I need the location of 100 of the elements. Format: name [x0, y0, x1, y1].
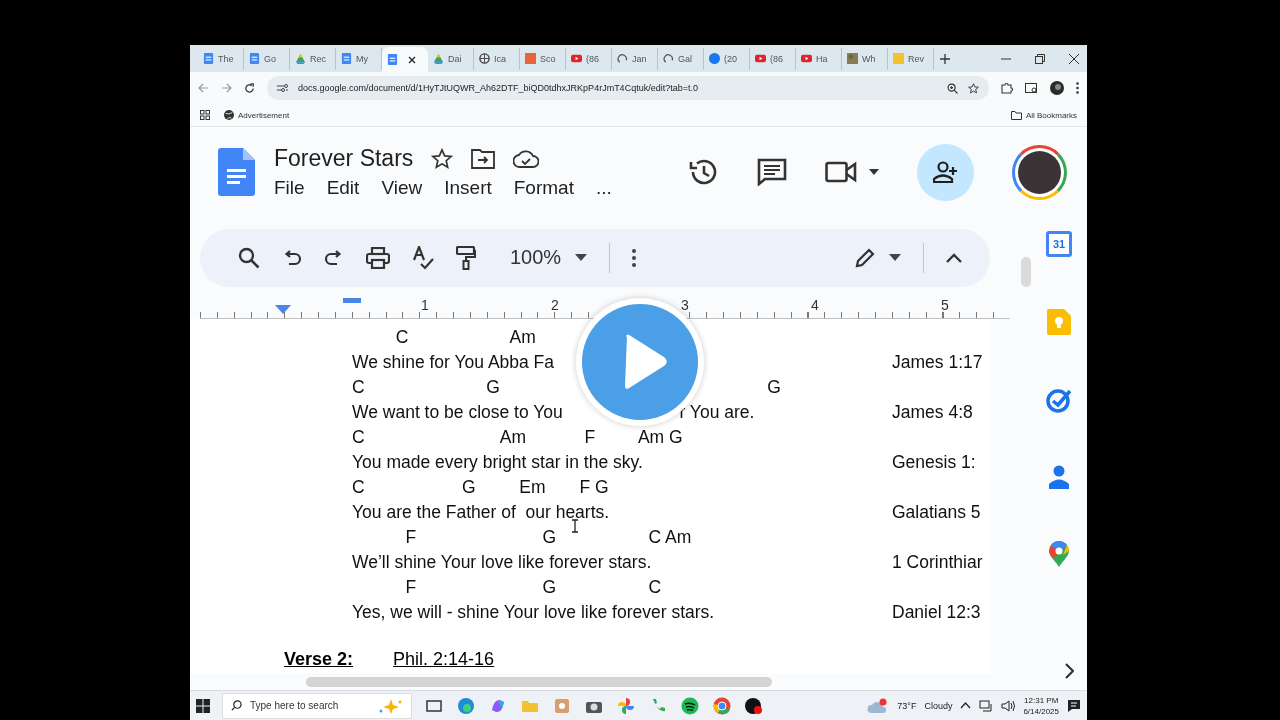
menu-item[interactable]: File	[274, 177, 305, 199]
browser-icon[interactable]	[712, 695, 732, 716]
browser-tab[interactable]: (20	[704, 47, 750, 70]
browser-tab[interactable]: The	[198, 47, 244, 70]
chevron-up-icon[interactable]	[960, 702, 972, 709]
document-icon	[249, 53, 260, 64]
menu-item[interactable]: Insert	[444, 177, 492, 199]
arc-icon	[663, 53, 674, 64]
browser-tab[interactable]: Ica	[474, 47, 520, 70]
search-icon[interactable]	[238, 246, 260, 269]
menu-item[interactable]: Edit	[326, 177, 360, 199]
all-bookmarks-link[interactable]: All Bookmarks	[1010, 110, 1077, 120]
arc-icon	[617, 53, 628, 64]
browser-tab[interactable]: (86	[566, 47, 612, 70]
bookmark-link[interactable]: Advertisement	[224, 110, 290, 120]
sparkle-icon	[379, 697, 403, 714]
chevron-up-icon[interactable]	[946, 252, 962, 263]
browser-tab[interactable]: Ha	[796, 47, 842, 70]
lyric-line: Yes, we will - shine Your love like forever stars.	[352, 601, 716, 623]
restore-icon[interactable]	[1035, 53, 1045, 64]
folder-icon	[1010, 110, 1022, 120]
spellcheck-icon[interactable]	[412, 245, 434, 270]
checkmark-icon[interactable]	[1046, 387, 1072, 413]
site-settings-icon[interactable]	[277, 83, 288, 93]
avatar[interactable]	[1012, 144, 1067, 200]
browser-tab[interactable]: Dai	[428, 47, 474, 70]
network-icon[interactable]	[979, 699, 994, 712]
close-icon[interactable]	[408, 55, 416, 64]
reading-list-icon[interactable]	[1025, 82, 1038, 94]
paint-format-icon[interactable]	[456, 245, 476, 270]
menu-item[interactable]: ...	[595, 177, 612, 199]
verse-heading: Verse 2:	[284, 648, 354, 670]
windows-logo-icon[interactable]	[196, 698, 210, 713]
menu-item[interactable]: View	[381, 177, 423, 199]
indent-marker[interactable]	[343, 297, 361, 303]
scripture-reference: James 4:8	[892, 401, 973, 423]
scrollbar-thumb[interactable]	[306, 677, 772, 687]
document-icon	[387, 54, 398, 65]
redo-icon[interactable]	[324, 249, 344, 266]
clock-time[interactable]: 12:31 PM	[1024, 694, 1059, 706]
document-title[interactable]: Forever Stars	[274, 145, 414, 172]
puzzle-icon[interactable]	[1001, 82, 1013, 94]
map-pin-icon[interactable]	[1049, 541, 1069, 567]
meet-button[interactable]	[825, 161, 879, 183]
music-app-icon[interactable]	[680, 695, 700, 716]
star-icon[interactable]	[431, 147, 454, 170]
temperature-text: 73°F	[897, 700, 917, 711]
more-icon[interactable]	[632, 248, 637, 267]
lyric-line: You made every bright star in the sky.	[352, 451, 644, 473]
comment-icon[interactable]	[757, 158, 787, 186]
clock-date[interactable]: 6/14/2025	[1023, 705, 1059, 717]
move-folder-icon[interactable]	[471, 148, 496, 169]
browser-tab[interactable]: Jan	[612, 47, 658, 70]
undo-icon[interactable]	[282, 249, 302, 266]
browser-tab[interactable]: Gal	[658, 47, 704, 70]
cloud-check-icon[interactable]	[513, 149, 540, 168]
reload-icon[interactable]	[244, 82, 255, 94]
browser-tab[interactable]: Sco	[520, 47, 566, 70]
star-icon[interactable]	[968, 82, 979, 94]
back-arrow-icon[interactable]	[198, 83, 209, 93]
browser-tab[interactable]: (86	[750, 47, 796, 70]
share-button[interactable]	[917, 143, 974, 201]
chevron-right-icon[interactable]	[1064, 663, 1074, 679]
browser-tab[interactable]: Rev	[888, 47, 934, 70]
notification-icon[interactable]	[1067, 698, 1081, 713]
square-icon	[525, 53, 536, 64]
speaker-icon[interactable]	[1001, 699, 1016, 712]
editing-mode-button[interactable]	[855, 247, 901, 268]
person-icon[interactable]	[1049, 465, 1069, 489]
browser-tab[interactable]: Rec	[290, 47, 336, 70]
forward-arrow-icon[interactable]	[221, 83, 232, 93]
more-icon[interactable]	[1076, 82, 1079, 94]
play-icon	[755, 53, 766, 64]
scripture-reference: 1 Corinthiar	[892, 551, 983, 573]
zoom-dropdown[interactable]: 100%	[510, 246, 588, 270]
print-icon[interactable]	[366, 246, 390, 269]
url-text: docs.google.com/document/d/1HyTJtUQWR_Ah62DTF_biQD0tdhxJRKpP4rJmT4Cqtuk/edit?tab=t.0	[298, 83, 699, 93]
docs-logo-icon[interactable]	[218, 148, 255, 196]
taskbar-search-field[interactable]: Type here to search	[222, 692, 412, 719]
close-icon[interactable]	[1069, 53, 1079, 64]
menu-item[interactable]: Format	[513, 177, 574, 199]
browser-tab[interactable]: Wh	[842, 47, 888, 70]
edge-icon[interactable]	[456, 695, 476, 716]
profile-icon[interactable]	[1050, 81, 1064, 95]
zoom-icon[interactable]	[947, 82, 958, 94]
play-icon	[571, 53, 582, 64]
browser-tab[interactable]: Go	[244, 47, 290, 70]
chord-line: F G C Am	[404, 526, 693, 548]
globe-icon	[224, 110, 234, 120]
lyric-line: You are the Father of our hearts.	[352, 501, 611, 523]
address-bar[interactable]: docs.google.com/document/d/1HyTJtUQWR_Ah62DTF_biQD0tdhxJRKpP4rJmT4Cqtuk/edit?tab=t.0	[267, 76, 989, 100]
scrollbar-thumb[interactable]	[1021, 257, 1031, 287]
record-icon[interactable]	[744, 695, 764, 716]
weather-text: Cloudy	[924, 700, 953, 711]
calendar-icon[interactable]: 31	[1046, 231, 1072, 257]
apps-grid-icon[interactable]	[200, 110, 210, 120]
chord-line: C G Em F G	[352, 476, 610, 498]
history-icon[interactable]	[689, 158, 719, 186]
plus-icon[interactable]	[940, 53, 950, 64]
pinwheel-icon[interactable]	[616, 695, 636, 716]
